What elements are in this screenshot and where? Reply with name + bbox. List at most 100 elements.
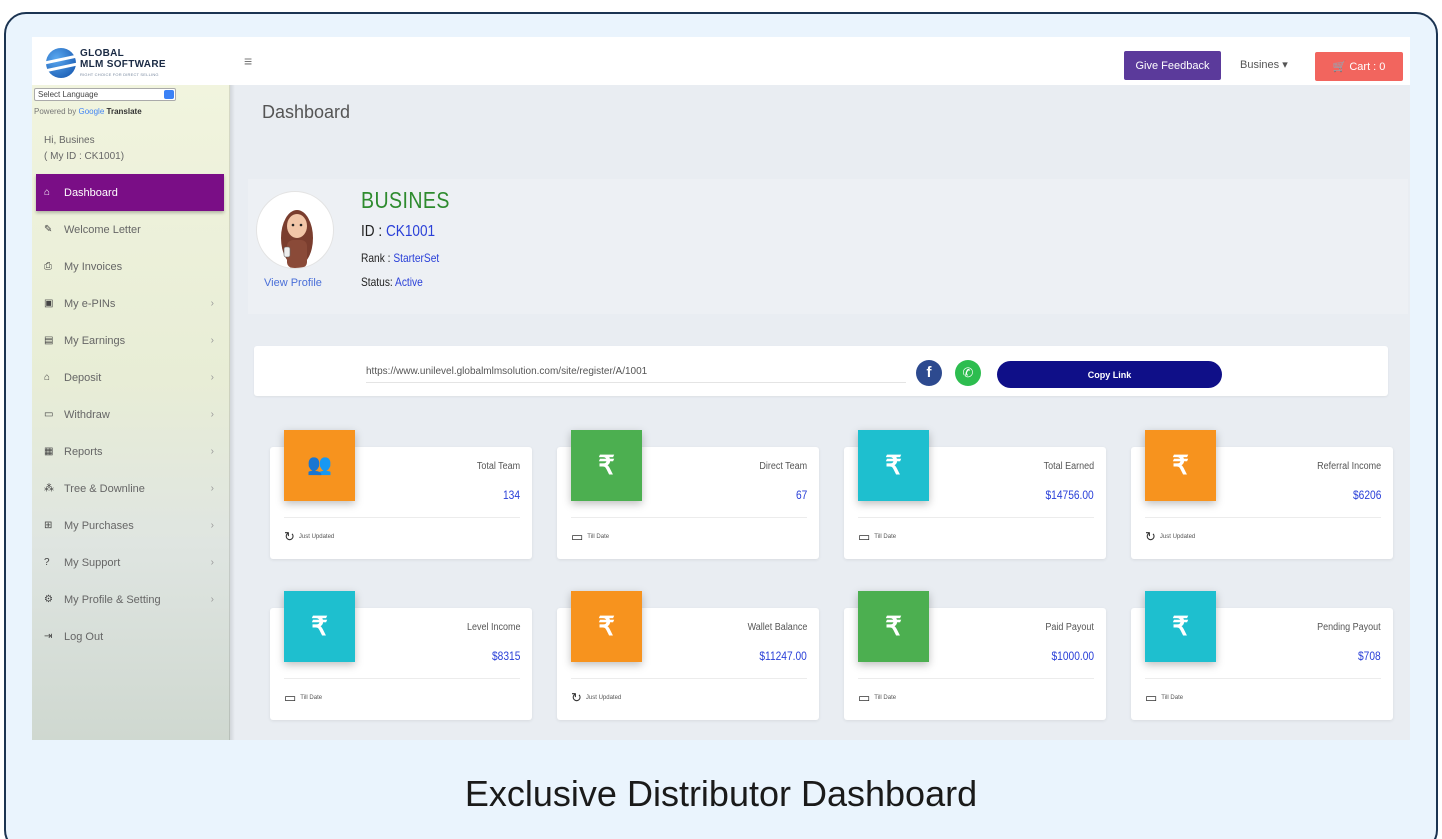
stat-value: $6206	[1352, 488, 1381, 502]
stat-footer: ▭ Till Date	[858, 529, 896, 545]
chevron-right-icon: ›	[210, 520, 214, 531]
page-title: Dashboard	[262, 102, 351, 122]
refresh-icon: ↻	[571, 690, 582, 705]
sidebar-item-label: My Profile & Setting	[64, 593, 161, 606]
calendar-icon: ▭	[284, 690, 297, 705]
stat-value: 67	[795, 488, 807, 502]
rupee-icon: ₹	[1145, 430, 1216, 501]
sidebar-item-log-out[interactable]: ⇥ Log Out	[36, 618, 224, 655]
chevron-right-icon: ›	[210, 372, 214, 383]
cart-icon: ⊞	[44, 520, 53, 531]
view-profile-link[interactable]: View Profile	[264, 277, 322, 289]
stat-footer-text: Till Date	[874, 534, 897, 540]
stat-footer: ↻ Just Updated	[571, 690, 621, 706]
stat-card-wallet-balance[interactable]: ₹ Wallet Balance $11247.00 ↻ Just Updated	[557, 591, 819, 720]
stat-value: $708	[1358, 649, 1381, 663]
copy-link-button[interactable]: Copy Link	[997, 361, 1222, 388]
logo-line-2: MLM SOFTWARE	[80, 59, 166, 70]
sidebar-item-withdraw[interactable]: ▭ Withdraw ›	[36, 396, 224, 433]
stat-divider	[571, 517, 807, 518]
profile-card: View Profile BUSINES ID : CK1001 Rank : …	[248, 179, 1408, 314]
stat-card-level-income[interactable]: ₹ Level Income $8315 ▭ Till Date	[270, 591, 532, 720]
sidebar-item-my-earnings[interactable]: ▤ My Earnings ›	[36, 322, 224, 359]
stat-card-total-earned[interactable]: ₹ Total Earned $14756.00 ▭ Till Date	[844, 430, 1106, 559]
sidebar-item-my-purchases[interactable]: ⊞ My Purchases ›	[36, 507, 224, 544]
sidebar: Select Language Powered by Google Transl…	[32, 85, 230, 740]
refresh-icon: ↻	[284, 529, 295, 544]
rupee-icon: ₹	[284, 591, 355, 662]
sidebar-item-label: Log Out	[64, 630, 104, 643]
sidebar-item-welcome-letter[interactable]: ✎ Welcome Letter	[36, 211, 224, 248]
whatsapp-share-icon[interactable]: ✆	[955, 360, 981, 386]
stat-card-paid-payout[interactable]: ₹ Paid Payout $1000.00 ▭ Till Date	[844, 591, 1106, 720]
referral-url-input[interactable]	[366, 361, 906, 383]
translate-text: Translate	[106, 107, 142, 116]
cash-icon: ▭	[44, 409, 54, 420]
brand-logo[interactable]: GLOBAL MLM SOFTWARE RIGHT CHOICE FOR DIR…	[46, 46, 196, 80]
sidebar-shadow	[229, 85, 235, 740]
chevron-right-icon: ›	[210, 594, 214, 605]
stat-footer-text: Till Date	[1161, 695, 1184, 701]
facebook-share-icon[interactable]: f	[916, 360, 942, 386]
user-greeting: Hi, Busines ( My ID : CK1001)	[44, 133, 124, 165]
give-feedback-button[interactable]: Give Feedback	[1124, 51, 1221, 80]
stat-card-pending-payout[interactable]: ₹ Pending Payout $708 ▭ Till Date	[1131, 591, 1393, 720]
sidebar-item-my-support[interactable]: ? My Support ›	[36, 544, 224, 581]
sidebar-item-my-invoices[interactable]: ⎙ My Invoices	[36, 248, 224, 285]
sidebar-item-reports[interactable]: ▦ Reports ›	[36, 433, 224, 470]
home-icon: ⌂	[44, 187, 51, 198]
tree-icon: ⁂	[44, 483, 54, 494]
stat-value: $1000.00	[1051, 649, 1094, 663]
sidebar-item-dashboard[interactable]: ⌂ Dashboard	[36, 174, 224, 211]
avatar[interactable]	[256, 191, 334, 269]
stat-divider	[858, 517, 1094, 518]
stat-footer-text: Just Updated	[1159, 534, 1196, 540]
sidebar-nav: ⌂ Dashboard ✎ Welcome Letter ⎙ My Invoices ▣ My…	[36, 174, 224, 655]
chevron-right-icon: ›	[210, 446, 214, 457]
language-select-label: Select Language	[38, 90, 99, 99]
stat-card-referral-income[interactable]: ₹ Referral Income $6206 ↻ Just Updated	[1131, 430, 1393, 559]
sidebar-item-label: My Earnings	[64, 334, 126, 347]
profile-rank: Rank : StarterSet	[361, 251, 439, 265]
sidebar-item-deposit[interactable]: ⌂ Deposit ›	[36, 359, 224, 396]
stat-label: Paid Payout	[1045, 622, 1094, 633]
money-icon: ▤	[44, 335, 54, 346]
sidebar-item-my-profile-setting[interactable]: ⚙ My Profile & Setting ›	[36, 581, 224, 618]
language-select[interactable]: Select Language	[34, 88, 176, 101]
chevron-right-icon: ›	[210, 557, 214, 568]
stat-label: Total Team	[476, 461, 520, 472]
rupee-icon: ₹	[1145, 591, 1216, 662]
logo-line-1: GLOBAL	[80, 48, 125, 59]
cart-button[interactable]: 🛒 Cart : 0	[1315, 52, 1403, 81]
cart-icon: 🛒	[1332, 61, 1350, 73]
report-icon: ▦	[44, 446, 54, 457]
rupee-icon: ₹	[858, 430, 929, 501]
stat-footer-text: Just Updated	[298, 534, 335, 540]
stat-footer: ↻ Just Updated	[284, 529, 334, 545]
profile-status: Status: Active	[361, 275, 423, 289]
sidebar-item-my-e-pins[interactable]: ▣ My e-PINs ›	[36, 285, 224, 322]
sidebar-item-tree-downline[interactable]: ⁂ Tree & Downline ›	[36, 470, 224, 507]
profile-rank-value: StarterSet	[393, 251, 440, 265]
referral-link-bar: f ✆ Copy Link	[254, 346, 1388, 396]
stat-footer: ↻ Just Updated	[1145, 529, 1195, 545]
user-menu-dropdown[interactable]: Busines ▾	[1240, 58, 1288, 71]
profile-rank-label: Rank :	[361, 251, 394, 265]
profile-status-label: Status:	[361, 275, 396, 289]
stat-card-direct-team[interactable]: ₹ Direct Team 67 ▭ Till Date	[557, 430, 819, 559]
calendar-icon: ▭	[1145, 690, 1158, 705]
stat-value: $14756.00	[1045, 488, 1094, 502]
sidebar-item-label: Dashboard	[64, 186, 118, 199]
powered-by-text: Powered by	[34, 107, 77, 116]
chevron-right-icon: ›	[210, 483, 214, 494]
stat-card-total-team[interactable]: 👥 Total Team 134 ↻ Just Updated	[270, 430, 532, 559]
bank-icon: ⌂	[44, 372, 51, 383]
stat-divider	[571, 678, 807, 679]
cart-label: Cart : 0	[1349, 61, 1386, 73]
sidebar-item-label: Reports	[64, 445, 103, 458]
printer-icon: ⎙	[44, 261, 52, 272]
sidebar-item-label: My Support	[64, 556, 121, 569]
hamburger-icon[interactable]: ≡	[244, 53, 252, 69]
team-icon: 👥	[284, 430, 355, 501]
chevron-right-icon: ›	[210, 335, 214, 346]
